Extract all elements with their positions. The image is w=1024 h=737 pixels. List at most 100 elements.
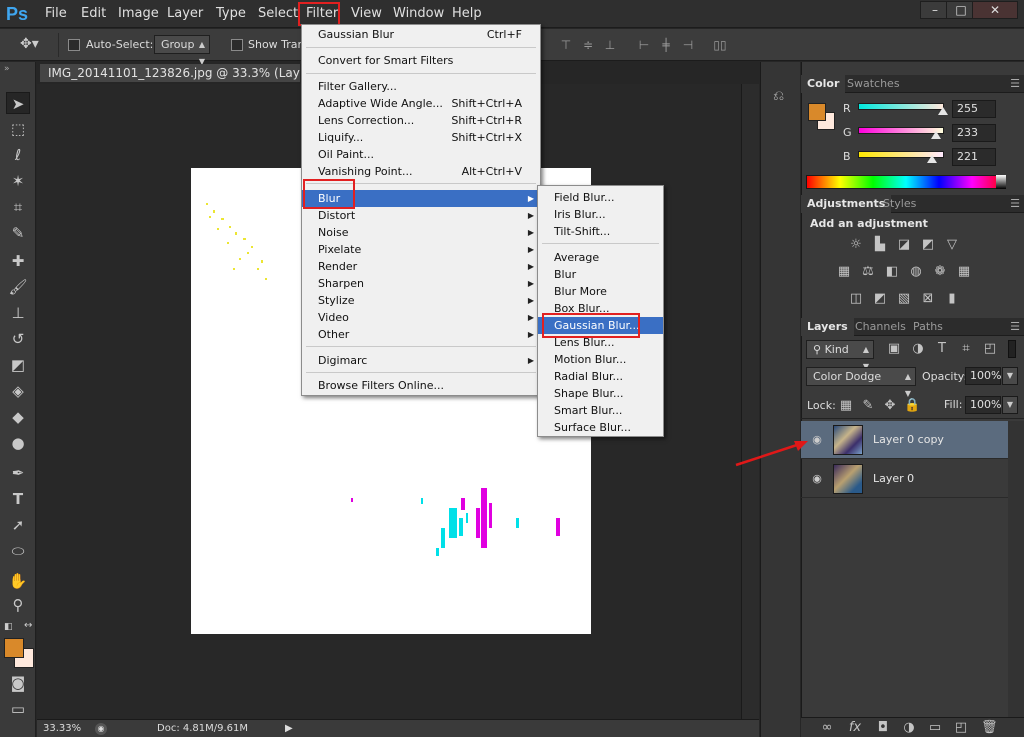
align-left-icon[interactable]: ⊢	[636, 38, 652, 52]
tab-styles[interactable]: Styles	[877, 195, 922, 213]
screen-mode-icon[interactable]: ▭	[6, 698, 30, 720]
opacity-field[interactable]: 100%	[965, 367, 1001, 385]
align-top-icon[interactable]: ⊤	[558, 38, 574, 52]
menu-item-digimarc[interactable]: Digimarc ▶	[302, 352, 540, 369]
tab-color[interactable]: Color	[801, 75, 846, 93]
swap-colors-icon[interactable]: ↔	[24, 620, 32, 631]
menu-item-filter-gallery[interactable]: Filter Gallery...	[302, 78, 540, 95]
filter-smart-object-icon[interactable]: ◰	[982, 342, 998, 356]
tab-swatches[interactable]: Swatches	[841, 75, 906, 93]
menu-help[interactable]: Help	[452, 6, 482, 22]
spectrum-bw[interactable]	[996, 175, 1006, 189]
status-info-icon[interactable]: ◉	[95, 723, 107, 735]
opacity-dropdown-icon[interactable]: ▼	[1002, 367, 1018, 385]
tab-channels[interactable]: Channels	[849, 318, 912, 336]
type-tool-icon[interactable]: T	[6, 488, 30, 510]
menu-item-gaussian-blur-last[interactable]: Gaussian Blur Ctrl+F	[302, 26, 540, 43]
menu-item-oil-paint[interactable]: Oil Paint...	[302, 146, 540, 163]
history-brush-tool-icon[interactable]: ↺	[6, 328, 30, 350]
menu-item-adaptive-wide-angle[interactable]: Adaptive Wide Angle... Shift+Ctrl+A	[302, 95, 540, 112]
panel-menu-icon[interactable]: ☰	[1010, 195, 1020, 213]
healing-brush-tool-icon[interactable]: ✚	[6, 250, 30, 272]
align-right-icon[interactable]: ⊣	[680, 38, 696, 52]
lock-transparent-icon[interactable]: ▦	[838, 399, 854, 413]
blur-tool-icon[interactable]: ◆	[6, 406, 30, 428]
vibrance-icon[interactable]: ▽	[944, 238, 960, 252]
paint-bucket-tool-icon[interactable]: ◈	[6, 380, 30, 402]
hand-tool-icon[interactable]: ✋	[6, 570, 30, 592]
exposure-icon[interactable]: ◩	[920, 238, 936, 252]
layer-row[interactable]: ◉ Layer 0 copy	[801, 421, 1008, 459]
eyedropper-tool-icon[interactable]: ✎	[6, 222, 30, 244]
fill-field[interactable]: 100%	[965, 396, 1001, 414]
dodge-tool-icon[interactable]: ●	[6, 432, 30, 454]
menu-item-browse-filters-online[interactable]: Browse Filters Online...	[302, 377, 540, 394]
delete-layer-icon[interactable]: 🗑	[981, 721, 998, 735]
eraser-tool-icon[interactable]: ◩	[6, 354, 30, 376]
marquee-tool-icon[interactable]: ⬚	[6, 118, 30, 140]
menu-item-field-blur[interactable]: Field Blur...	[538, 189, 663, 206]
channel-mixer-icon[interactable]: ❁	[932, 265, 948, 279]
layers-scrollbar[interactable]	[1008, 421, 1024, 717]
history-panel-icon[interactable]: ⎌	[773, 88, 784, 104]
path-selection-tool-icon[interactable]: ➚	[6, 514, 30, 536]
menu-select[interactable]: Select	[258, 6, 298, 22]
close-button[interactable]: ✕	[972, 1, 1018, 19]
color-spectrum-bar[interactable]	[806, 175, 1006, 189]
lock-position-icon[interactable]: ✥	[882, 399, 898, 413]
brush-tool-icon[interactable]: 🖌	[6, 276, 30, 298]
vertical-scrollbar[interactable]	[741, 84, 759, 719]
menu-item-sharpen[interactable]: Sharpen ▶	[302, 275, 540, 292]
status-menu-arrow-icon[interactable]: ▶	[285, 720, 293, 737]
r-value-field[interactable]: 255	[952, 100, 996, 118]
ellipse-tool-icon[interactable]: ⬭	[6, 540, 30, 562]
filter-adjustment-icon[interactable]: ◑	[910, 342, 926, 356]
lock-image-icon[interactable]: ✎	[860, 399, 876, 413]
menu-item-shape-blur[interactable]: Shape Blur...	[538, 385, 663, 402]
brightness-contrast-icon[interactable]: ☼	[848, 238, 864, 252]
tab-layers[interactable]: Layers	[801, 318, 854, 336]
auto-select-dropdown[interactable]: Group ▲ ▼	[154, 35, 210, 66]
menu-item-surface-blur[interactable]: Surface Blur...	[538, 419, 663, 436]
show-transform-checkbox[interactable]	[231, 39, 243, 51]
selective-color-icon[interactable]: ⊠	[920, 292, 936, 306]
menu-item-blur-more[interactable]: Blur More	[538, 283, 663, 300]
color-lookup-icon[interactable]: ▦	[956, 265, 972, 279]
r-slider-track[interactable]	[858, 103, 944, 110]
menu-item-video[interactable]: Video ▶	[302, 309, 540, 326]
menu-item-iris-blur[interactable]: Iris Blur...	[538, 206, 663, 223]
filter-toggle[interactable]	[1008, 340, 1016, 358]
levels-icon[interactable]: ▙	[872, 238, 888, 252]
default-colors-icon[interactable]: ◧	[4, 622, 13, 632]
layer-filter-kind-dropdown[interactable]: ⚲ Kind▲▼	[806, 340, 874, 371]
tab-paths[interactable]: Paths	[907, 318, 949, 336]
filter-pixel-icon[interactable]: ▣	[886, 342, 902, 356]
panel-menu-icon[interactable]: ☰	[1010, 318, 1020, 336]
layer-row[interactable]: ◉ Layer 0	[801, 460, 1008, 498]
black-white-icon[interactable]: ◧	[884, 265, 900, 279]
new-adjustment-icon[interactable]: ◑	[901, 721, 917, 735]
align-bottom-icon[interactable]: ⊥	[602, 38, 618, 52]
fx-icon[interactable]: fx	[847, 721, 863, 735]
g-value-field[interactable]: 233	[952, 124, 996, 142]
distribute-icon[interactable]: ▯▯	[712, 38, 728, 52]
lock-all-icon[interactable]: 🔒	[904, 399, 920, 413]
collapse-icon[interactable]: »	[4, 64, 10, 74]
menu-item-stylize[interactable]: Stylize ▶	[302, 292, 540, 309]
b-slider-thumb[interactable]	[927, 155, 937, 163]
move-tool-icon[interactable]: ✥▾	[20, 36, 46, 54]
hue-saturation-icon[interactable]: ▦	[836, 265, 852, 279]
b-value-field[interactable]: 221	[952, 148, 996, 166]
zoom-tool-icon[interactable]: ⚲	[6, 594, 30, 616]
menu-item-blur-simple[interactable]: Blur	[538, 266, 663, 283]
auto-select-checkbox[interactable]	[68, 39, 80, 51]
menu-type[interactable]: Type	[216, 6, 246, 22]
menu-item-distort[interactable]: Distort ▶	[302, 207, 540, 224]
color-panel-foreground-swatch[interactable]	[808, 103, 826, 121]
blend-mode-dropdown[interactable]: Color Dodge ▲ ▼	[806, 367, 916, 398]
new-layer-icon[interactable]: ◰	[953, 721, 969, 735]
pen-tool-icon[interactable]: ✒	[6, 462, 30, 484]
posterize-icon[interactable]: ◩	[872, 292, 888, 306]
align-vcenter-icon[interactable]: ≑	[580, 38, 596, 52]
clone-stamp-tool-icon[interactable]: ⊥	[6, 302, 30, 324]
